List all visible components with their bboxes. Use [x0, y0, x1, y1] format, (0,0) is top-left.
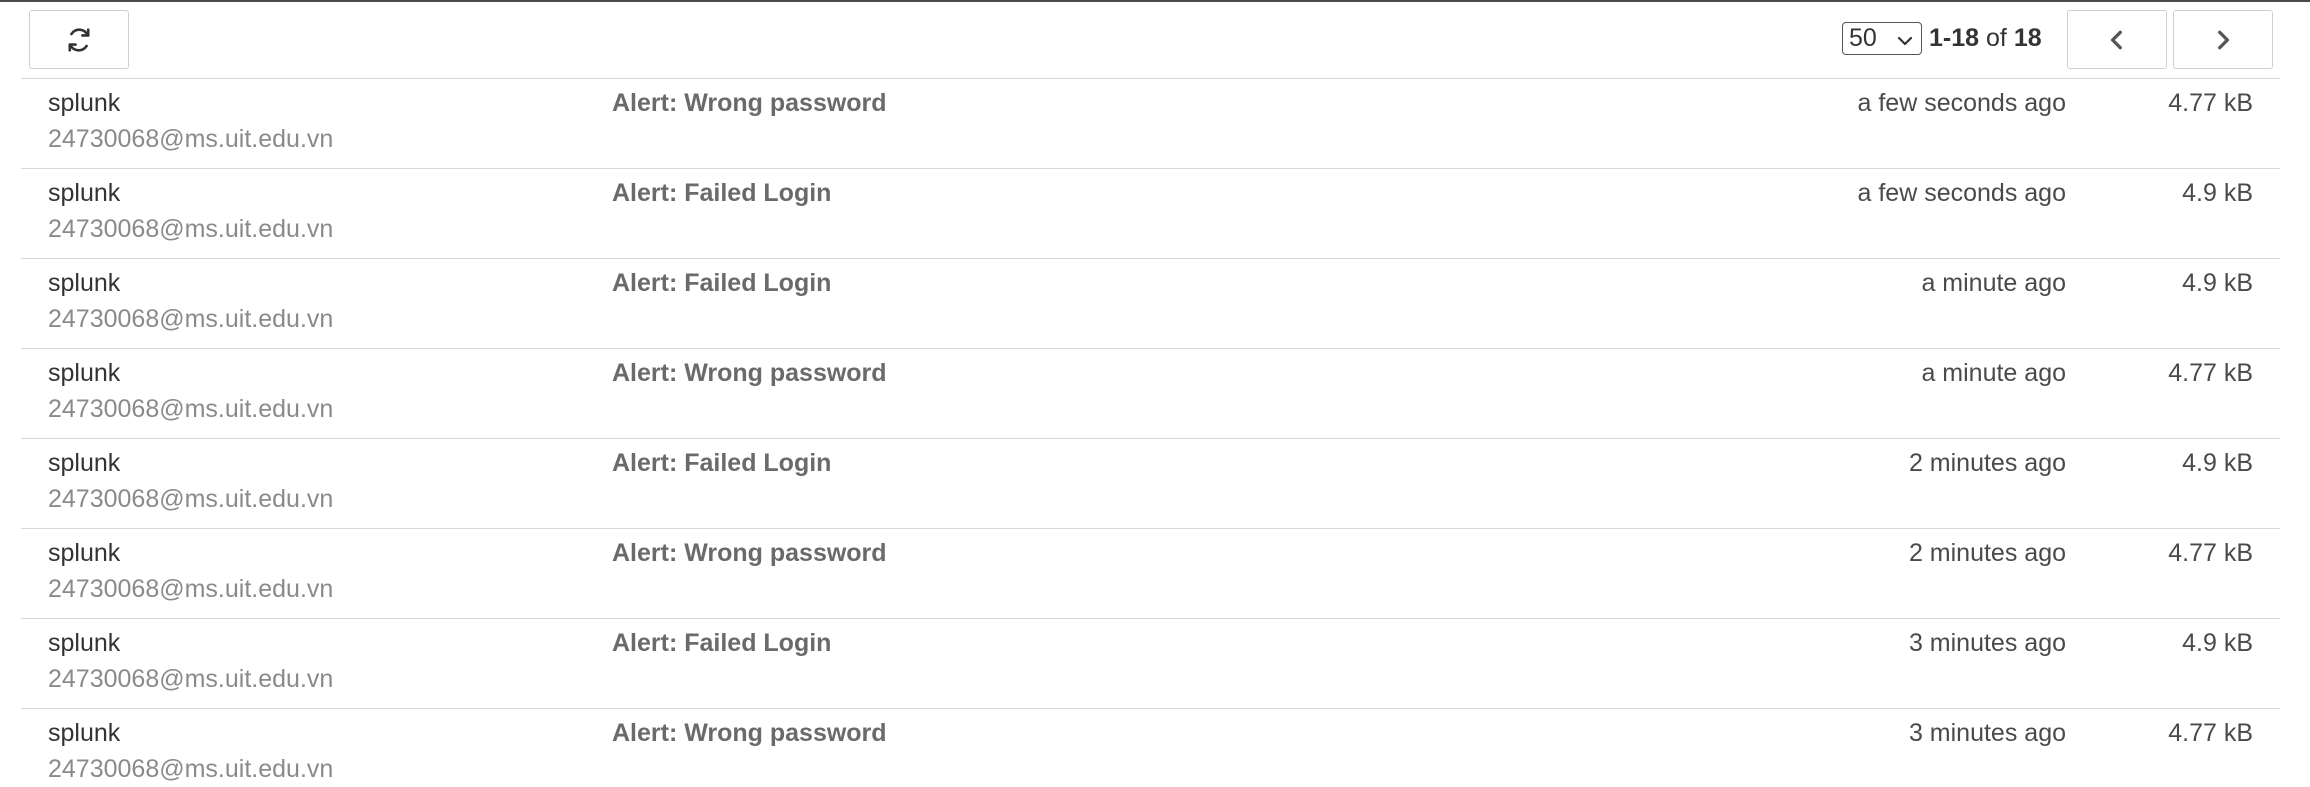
message-subject: Alert: Wrong password [612, 719, 887, 747]
message-size: 4.77 kB [2168, 89, 2253, 117]
message-time: 2 minutes ago [1908, 539, 2066, 567]
message-size: 4.9 kB [2182, 629, 2253, 657]
message-row[interactable]: splunk 24730068@ms.uit.edu.vn Alert: Fai… [21, 258, 2280, 348]
sender-email: 24730068@ms.uit.edu.vn [48, 215, 334, 243]
sender-name: splunk [48, 719, 121, 747]
previous-page-button[interactable] [2067, 10, 2167, 69]
message-row[interactable]: splunk 24730068@ms.uit.edu.vn Alert: Wro… [21, 708, 2280, 787]
message-size: 4.9 kB [2182, 269, 2253, 297]
sender-name: splunk [48, 269, 121, 297]
next-page-button[interactable] [2173, 10, 2273, 69]
sender-email: 24730068@ms.uit.edu.vn [48, 485, 334, 513]
range-start-end: 1-18 [1929, 24, 1980, 52]
message-subject: Alert: Failed Login [612, 179, 832, 207]
message-row[interactable]: splunk 24730068@ms.uit.edu.vn Alert: Fai… [21, 168, 2280, 258]
message-row[interactable]: splunk 24730068@ms.uit.edu.vn Alert: Wro… [21, 348, 2280, 438]
page-size-select[interactable]: 50 [1842, 22, 1922, 55]
pagination-range: 1-18 of 18 [1929, 24, 2042, 53]
sender-name: splunk [48, 629, 121, 657]
message-time: a few seconds ago [1857, 89, 2066, 117]
message-time: a few seconds ago [1857, 179, 2066, 207]
chevron-down-icon [1895, 29, 1915, 58]
page-size-value: 50 [1849, 24, 1877, 52]
message-time: a minute ago [1921, 269, 2066, 297]
message-size: 4.77 kB [2168, 359, 2253, 387]
message-subject: Alert: Failed Login [612, 629, 832, 657]
message-size: 4.77 kB [2168, 539, 2253, 567]
sender-email: 24730068@ms.uit.edu.vn [48, 395, 334, 423]
message-row[interactable]: splunk 24730068@ms.uit.edu.vn Alert: Wro… [21, 78, 2280, 168]
range-of-label: of [1986, 24, 2007, 52]
toolbar: 50 1-18 of 18 [0, 2, 2310, 78]
sender-name: splunk [48, 179, 121, 207]
message-list: splunk 24730068@ms.uit.edu.vn Alert: Wro… [21, 78, 2280, 787]
message-time: 2 minutes ago [1908, 449, 2066, 477]
refresh-icon [66, 27, 92, 53]
refresh-button[interactable] [29, 10, 129, 69]
message-row[interactable]: splunk 24730068@ms.uit.edu.vn Alert: Wro… [21, 528, 2280, 618]
message-time: 3 minutes ago [1908, 629, 2066, 657]
message-row[interactable]: splunk 24730068@ms.uit.edu.vn Alert: Fai… [21, 618, 2280, 708]
message-time: 3 minutes ago [1908, 719, 2066, 747]
mail-list-page: 50 1-18 of 18 splunk 24730068@ms.uit.edu… [0, 0, 2310, 787]
message-subject: Alert: Failed Login [612, 449, 832, 477]
sender-email: 24730068@ms.uit.edu.vn [48, 305, 334, 333]
sender-email: 24730068@ms.uit.edu.vn [48, 665, 334, 693]
chevron-right-icon [2212, 29, 2234, 51]
message-subject: Alert: Wrong password [612, 539, 887, 567]
chevron-left-icon [2106, 29, 2128, 51]
message-size: 4.9 kB [2182, 179, 2253, 207]
sender-email: 24730068@ms.uit.edu.vn [48, 125, 334, 153]
sender-email: 24730068@ms.uit.edu.vn [48, 755, 334, 783]
message-size: 4.9 kB [2182, 449, 2253, 477]
sender-name: splunk [48, 89, 121, 117]
sender-name: splunk [48, 449, 121, 477]
message-subject: Alert: Failed Login [612, 269, 832, 297]
sender-email: 24730068@ms.uit.edu.vn [48, 575, 334, 603]
message-time: a minute ago [1921, 359, 2066, 387]
message-subject: Alert: Wrong password [612, 89, 887, 117]
sender-name: splunk [48, 539, 121, 567]
message-subject: Alert: Wrong password [612, 359, 887, 387]
sender-name: splunk [48, 359, 121, 387]
message-size: 4.77 kB [2168, 719, 2253, 747]
range-total: 18 [2013, 24, 2042, 52]
message-row[interactable]: splunk 24730068@ms.uit.edu.vn Alert: Fai… [21, 438, 2280, 528]
